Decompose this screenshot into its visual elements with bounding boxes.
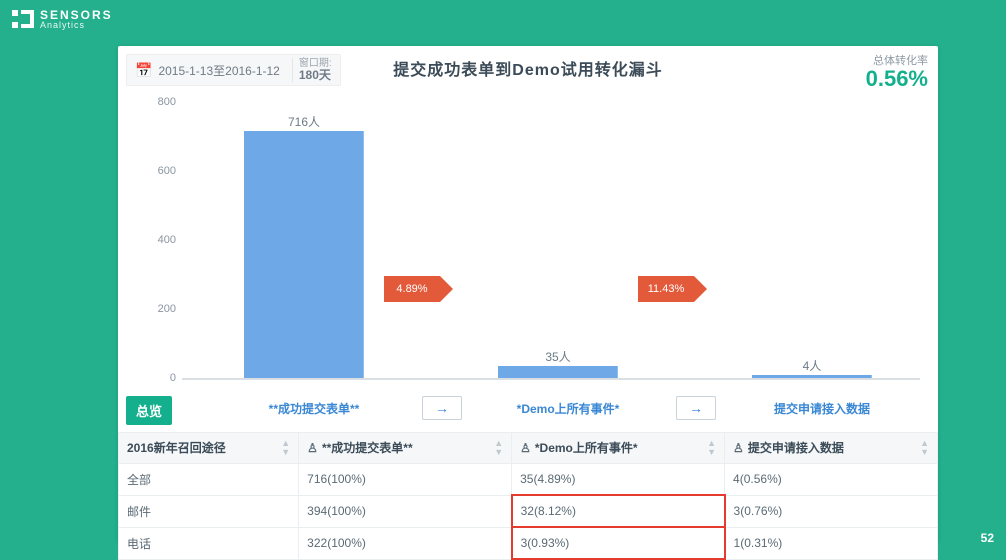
cell: 35(4.89%) xyxy=(512,464,725,496)
cell: 3(0.76%) xyxy=(725,495,938,527)
slide-number: 52 xyxy=(981,531,994,545)
cell-channel: 电话 xyxy=(119,527,299,559)
th-step1[interactable]: ♙**成功提交表单**▲▼ xyxy=(299,433,512,464)
cell-channel: 邮件 xyxy=(119,495,299,527)
bar-label: 4人 xyxy=(752,357,872,374)
table-row[interactable]: 全部 716(100%) 35(4.89%) 4(0.56%) xyxy=(119,464,938,496)
breakdown-table: 2016新年召回途径▲▼ ♙**成功提交表单**▲▼ ♙*Demo上所有事件*▲… xyxy=(118,432,938,560)
bar-step2[interactable]: 35人 xyxy=(498,366,618,378)
card-header: 📅 2015-1-13至2016-1-12 窗口期: 180天 提交成功表单到D… xyxy=(118,46,938,94)
ytick: 400 xyxy=(128,234,176,246)
cell-highlighted: 32(8.12%) xyxy=(512,495,725,527)
analytics-card: 📅 2015-1-13至2016-1-12 窗口期: 180天 提交成功表单到D… xyxy=(118,46,938,542)
sort-icon[interactable]: ▲▼ xyxy=(494,439,503,457)
person-icon: ♙ xyxy=(733,441,744,455)
brand-line1: SENSORS xyxy=(40,9,113,21)
ytick: 200 xyxy=(128,303,176,315)
sort-icon[interactable]: ▲▼ xyxy=(281,439,290,457)
brand-logo: SENSORS Analytics xyxy=(12,8,113,30)
rate-value: 0.56% xyxy=(866,68,928,90)
step-row: 总览 **成功提交表单** → *Demo上所有事件* → 提交申请接入数据 xyxy=(126,394,930,426)
th-step2[interactable]: ♙*Demo上所有事件*▲▼ xyxy=(512,433,725,464)
sort-icon[interactable]: ▲▼ xyxy=(707,439,716,457)
brand-line2: Analytics xyxy=(40,21,113,30)
cell: 322(100%) xyxy=(299,527,512,559)
conversion-flag-1: 4.89% xyxy=(384,276,440,302)
cell: 716(100%) xyxy=(299,464,512,496)
ytick: 0 xyxy=(128,372,176,384)
bar-step1[interactable]: 716人 xyxy=(244,131,364,378)
cell: 394(100%) xyxy=(299,495,512,527)
overall-rate: 总体转化率 0.56% xyxy=(866,52,928,90)
bar-label: 716人 xyxy=(244,113,364,130)
step-label-1[interactable]: **成功提交表单** xyxy=(234,400,394,417)
bar-label: 35人 xyxy=(498,348,618,365)
th-channel[interactable]: 2016新年召回途径▲▼ xyxy=(119,433,299,464)
ytick: 800 xyxy=(128,96,176,108)
arrow-button-1[interactable]: → xyxy=(422,396,462,420)
x-axis xyxy=(182,378,920,380)
step-label-2[interactable]: *Demo上所有事件* xyxy=(488,400,648,417)
th-step3[interactable]: ♙提交申请接入数据▲▼ xyxy=(725,433,938,464)
bar-step3[interactable]: 4人 xyxy=(752,375,872,378)
table-row[interactable]: 电话 322(100%) 3(0.93%) 1(0.31%) xyxy=(119,527,938,559)
cell: 4(0.56%) xyxy=(725,464,938,496)
arrow-button-2[interactable]: → xyxy=(676,396,716,420)
step-label-3[interactable]: 提交申请接入数据 xyxy=(742,400,902,417)
funnel-chart: 0 200 400 600 800 716人 35人 4人 4.89% 11.4… xyxy=(128,94,924,394)
person-icon: ♙ xyxy=(520,441,531,455)
sort-icon[interactable]: ▲▼ xyxy=(920,439,929,457)
cell-channel: 全部 xyxy=(119,464,299,496)
table-row[interactable]: 邮件 394(100%) 32(8.12%) 3(0.76%) xyxy=(119,495,938,527)
chart-title: 提交成功表单到Demo试用转化漏斗 xyxy=(118,56,938,80)
ytick: 600 xyxy=(128,165,176,177)
cell: 1(0.31%) xyxy=(725,527,938,559)
overview-badge[interactable]: 总览 xyxy=(126,396,172,425)
cell-highlighted: 3(0.93%) xyxy=(512,527,725,559)
conversion-flag-2: 11.43% xyxy=(638,276,694,302)
person-icon: ♙ xyxy=(307,441,318,455)
